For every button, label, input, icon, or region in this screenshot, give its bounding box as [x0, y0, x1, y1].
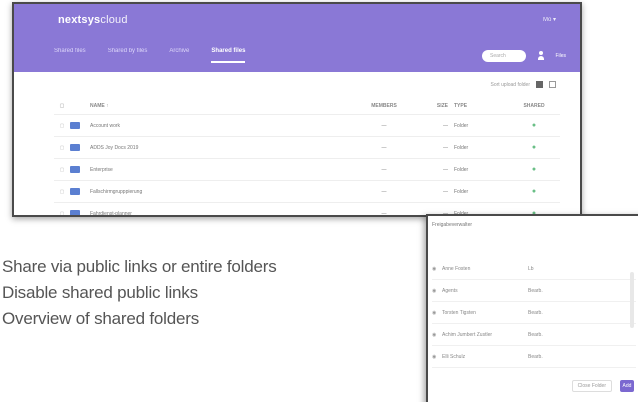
share-user-name: Anne Fosten	[442, 265, 471, 272]
row-name[interactable]: Fahrdienst-planner	[84, 211, 354, 216]
tab-shared-by-files[interactable]: Shared by files	[108, 48, 148, 63]
toolbar: Sort upload folder	[491, 81, 556, 88]
shared-status-icon: ●	[531, 144, 537, 151]
app-logo: nextsyscloud	[58, 14, 128, 26]
user-avatar-icon: ◉	[432, 309, 437, 316]
row-type: Folder	[454, 122, 469, 129]
folder-icon	[70, 210, 80, 215]
feature-list: Share via public links or entire folders…	[2, 254, 277, 332]
user-icon[interactable]	[538, 51, 544, 60]
list-view-icon[interactable]	[549, 81, 556, 88]
list-item[interactable]: ◉ Agents Bearb.	[432, 280, 636, 302]
list-item[interactable]: ◉ Achim Jumbert Zustler Bearb.	[432, 324, 636, 346]
shared-status-icon: ●	[531, 122, 537, 129]
share-dialog-screenshot: Freigabeverwalter ◉ Anne Fosten Lb ◉ Age…	[426, 214, 638, 402]
row-checkbox[interactable]: ▢	[54, 123, 70, 129]
row-name[interactable]: Fallschirmgrupppierung	[84, 189, 354, 195]
column-size[interactable]: SIZE	[414, 103, 454, 109]
table-row[interactable]: ▢ Enterprise — — Folder ●	[54, 159, 560, 181]
feature-disable-links: Disable shared public links	[2, 283, 198, 302]
user-menu[interactable]: Mo ▾	[543, 16, 556, 23]
row-type: Folder	[454, 144, 469, 151]
share-user-role[interactable]: Bearb.	[528, 310, 588, 316]
list-item[interactable]: ◉ Torsten Tigsten Bearb.	[432, 302, 636, 324]
share-user-role[interactable]: Bearb.	[528, 354, 588, 360]
cancel-button[interactable]: Close Folder	[571, 380, 612, 392]
row-checkbox[interactable]: ▢	[54, 189, 70, 195]
logo-thin-text: cloud	[100, 14, 128, 26]
row-checkbox[interactable]: ▢	[54, 145, 70, 151]
app-header: nextsyscloud Mo ▾ Shared files Shared by…	[14, 4, 580, 72]
folders-table: ▢ NAME ↑ MEMBERS SIZE TYPE SHARED ▢ Acco…	[54, 97, 560, 217]
table-row[interactable]: ▢ ADDS Joy Docs 2019 — — Folder ●	[54, 137, 560, 159]
shared-status-icon: ●	[531, 188, 537, 195]
feature-overview-folders: Overview of shared folders	[2, 309, 199, 328]
tab-archive[interactable]: Archive	[169, 48, 189, 63]
row-members: —	[381, 210, 387, 217]
table-header: ▢ NAME ↑ MEMBERS SIZE TYPE SHARED	[54, 97, 560, 115]
user-avatar-icon: ◉	[432, 265, 437, 272]
row-name[interactable]: ADDS Joy Docs 2019	[84, 145, 354, 151]
dialog-scrollbar[interactable]	[630, 272, 634, 328]
folder-icon	[70, 188, 80, 195]
row-size: —	[443, 144, 448, 151]
user-avatar-icon: ◉	[432, 353, 437, 360]
row-size: —	[443, 188, 448, 195]
dialog-user-list: ◉ Anne Fosten Lb ◉ Agents Bearb. ◉ Torst…	[432, 258, 636, 368]
row-members: —	[381, 188, 387, 195]
table-row[interactable]: ▢ Account work — — Folder ●	[54, 115, 560, 137]
tab-shared-active[interactable]: Shared files	[211, 48, 246, 63]
share-user-name: Agents	[442, 287, 458, 294]
share-user-name: Torsten Tigsten	[442, 309, 476, 316]
table-row[interactable]: ▢ Fallschirmgrupppierung — — Folder ●	[54, 181, 560, 203]
tab-shared-files[interactable]: Shared files	[54, 48, 86, 63]
row-name[interactable]: Enterprise	[84, 167, 354, 173]
share-user-name: Achim Jumbert Zustler	[442, 331, 493, 338]
feature-share-links: Share via public links or entire folders	[2, 257, 277, 276]
sort-upload-link[interactable]: Sort upload folder	[491, 82, 530, 88]
main-nav: Shared files Shared by files Archive Sha…	[54, 48, 246, 63]
share-user-role[interactable]: Bearb.	[528, 332, 588, 338]
column-status[interactable]: SHARED	[514, 103, 554, 109]
column-type[interactable]: TYPE	[454, 103, 514, 109]
save-button[interactable]: Add	[620, 380, 634, 392]
list-item[interactable]: ◉ Anne Fosten Lb	[432, 258, 636, 280]
row-members: —	[381, 166, 387, 173]
list-item[interactable]: ◉ Elli Schulz Bearb.	[432, 346, 636, 368]
share-user-role[interactable]: Bearb.	[528, 288, 588, 294]
user-label: Files	[555, 53, 566, 59]
app-screenshot: nextsyscloud Mo ▾ Shared files Shared by…	[12, 2, 582, 217]
dialog-title: Freigabeverwalter	[432, 222, 473, 228]
search-input[interactable]: Search	[482, 50, 526, 62]
column-name[interactable]: NAME ↑	[84, 103, 354, 109]
shared-status-icon: ●	[531, 166, 537, 173]
folder-icon	[70, 144, 80, 151]
row-members: —	[381, 144, 387, 151]
row-checkbox[interactable]: ▢	[54, 167, 70, 173]
folder-icon	[70, 166, 80, 173]
column-members[interactable]: MEMBERS	[354, 103, 414, 109]
user-avatar-icon: ◉	[432, 287, 437, 294]
row-checkbox[interactable]: ▢	[54, 211, 70, 216]
share-user-name: Elli Schulz	[442, 353, 466, 360]
row-members: —	[381, 122, 387, 129]
share-user-role[interactable]: Lb	[528, 266, 588, 272]
user-avatar-icon: ◉	[432, 331, 437, 338]
folder-icon	[70, 122, 80, 129]
row-name[interactable]: Account work	[84, 123, 354, 129]
row-type: Folder	[454, 188, 469, 195]
row-size: —	[443, 122, 448, 129]
row-size: —	[443, 166, 448, 173]
dialog-actions: Close Folder Add	[571, 380, 634, 392]
grid-view-icon[interactable]	[536, 81, 543, 88]
select-all-checkbox[interactable]: ▢	[54, 103, 70, 109]
row-type: Folder	[454, 166, 469, 173]
logo-bold-text: nextsys	[58, 14, 101, 26]
